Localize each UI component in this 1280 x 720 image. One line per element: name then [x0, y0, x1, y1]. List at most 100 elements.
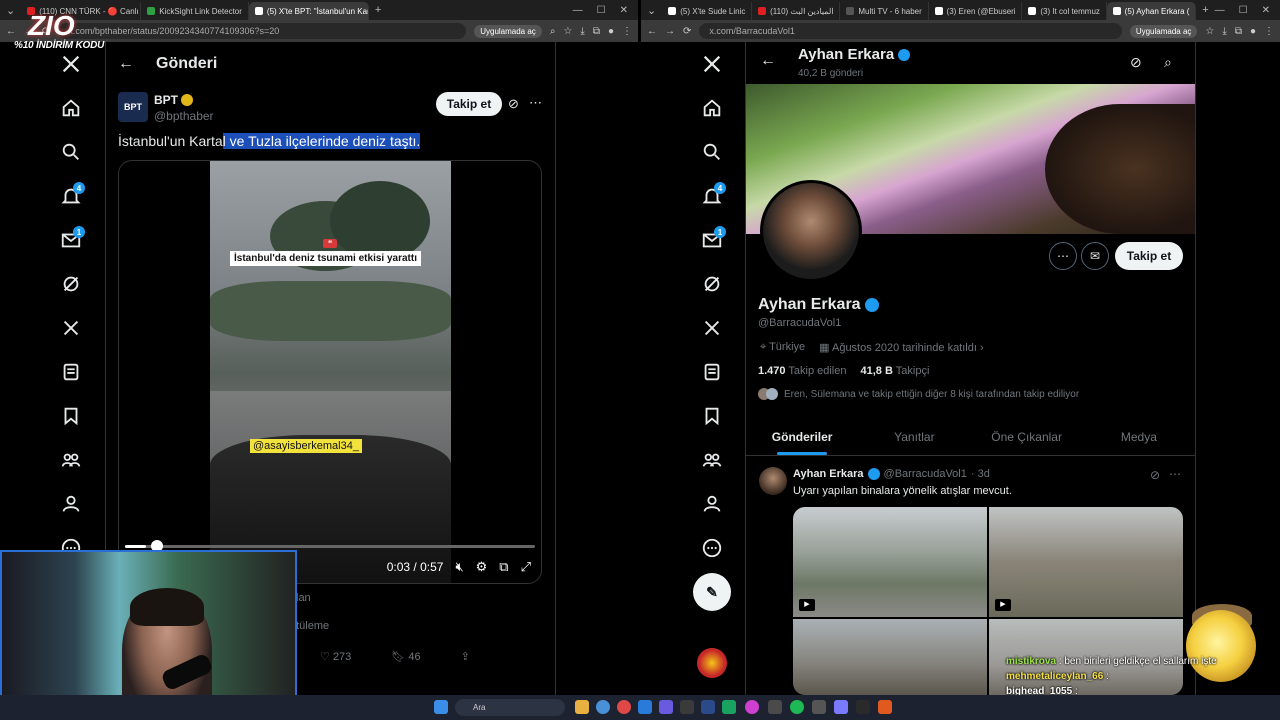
video-player[interactable]: ❝ İstanbul'da deniz tsunami etkisi yarat…: [118, 160, 542, 584]
tweet-handle[interactable]: @BarracudaVol1: [884, 468, 967, 480]
app-icon[interactable]: [680, 700, 694, 714]
forward-icon[interactable]: →: [665, 26, 675, 37]
author-handle[interactable]: @bpthaber: [154, 109, 214, 123]
bookmark-star-icon[interactable]: ☆: [1205, 26, 1214, 37]
opera-icon[interactable]: [617, 700, 631, 714]
tab-list-icon[interactable]: ⌄: [641, 4, 662, 17]
extensions-icon[interactable]: ⧉: [593, 26, 600, 37]
tab-highlights[interactable]: Öne Çıkanlar: [971, 418, 1083, 455]
file-explorer-icon[interactable]: [575, 700, 589, 714]
grok-explain-icon[interactable]: ⊘: [508, 96, 519, 112]
fullscreen-icon[interactable]: ⤢: [521, 559, 531, 575]
menu-icon[interactable]: ⋮: [1264, 26, 1274, 37]
messages-icon[interactable]: 1: [51, 218, 91, 262]
bookmarks-icon[interactable]: [51, 394, 91, 438]
discord-icon[interactable]: [659, 700, 673, 714]
tab-posts[interactable]: Gönderiler: [746, 418, 858, 455]
profile-icon[interactable]: ●: [608, 26, 614, 37]
premium-x-icon[interactable]: [692, 306, 732, 350]
back-icon[interactable]: ←: [6, 26, 16, 37]
tweet-avatar[interactable]: [759, 467, 787, 495]
followers-link[interactable]: 41,8 B Takipçi: [860, 365, 929, 377]
lists-icon[interactable]: [51, 350, 91, 394]
chrome-icon[interactable]: [596, 700, 610, 714]
more-options-icon[interactable]: ⋯: [529, 95, 542, 111]
joined-date[interactable]: ▦ Ağustos 2020 tarihinde katıldı ›: [819, 341, 984, 354]
compose-post-button[interactable]: ✎: [693, 573, 731, 611]
new-tab-button[interactable]: +: [369, 4, 387, 16]
tab-kicksight[interactable]: KickSight Link Detector: [141, 2, 249, 20]
author-avatar[interactable]: BPT: [118, 92, 148, 122]
search-icon[interactable]: [692, 130, 732, 174]
grok-icon[interactable]: [692, 262, 732, 306]
app-icon[interactable]: [745, 700, 759, 714]
reload-icon[interactable]: ⟳: [683, 26, 691, 37]
tab-sude[interactable]: (5) X'te Sude Linic: [662, 2, 753, 20]
close-window-icon[interactable]: ✕: [1262, 5, 1270, 16]
profile-nav-icon[interactable]: [51, 482, 91, 526]
profile-follow-button[interactable]: Takip et: [1115, 242, 1183, 270]
app-icon[interactable]: [856, 700, 870, 714]
zoom-icon[interactable]: ⌕: [550, 26, 556, 37]
notifications-icon[interactable]: 4: [692, 174, 732, 218]
profile-avatar[interactable]: [760, 180, 862, 282]
app-icon[interactable]: [834, 700, 848, 714]
media-video-3[interactable]: [793, 619, 987, 695]
minimize-icon[interactable]: —: [573, 5, 583, 16]
tab-multitv[interactable]: Multi TV - 6 haber: [840, 2, 929, 20]
tab-replies[interactable]: Yanıtlar: [858, 418, 970, 455]
maximize-icon[interactable]: ☐: [1239, 5, 1248, 16]
account-avatar[interactable]: [697, 648, 727, 678]
x-logo-icon[interactable]: [692, 42, 732, 86]
tab-media[interactable]: Medya: [1083, 418, 1195, 455]
tab-eren[interactable]: (3) Eren (@Ebuseri: [929, 2, 1023, 20]
more-actions-button[interactable]: ⋯: [1049, 242, 1077, 270]
tab-ayhan[interactable]: (5) Ayhan Erkara (: [1106, 2, 1197, 20]
home-icon[interactable]: [51, 86, 91, 130]
extensions-icon[interactable]: ⧉: [1235, 26, 1242, 37]
tab-list-icon[interactable]: ⌄: [0, 4, 21, 17]
like-button[interactable]: ♡ 273: [320, 650, 351, 663]
tweet-time[interactable]: · 3d: [971, 468, 990, 480]
app-icon[interactable]: [768, 700, 782, 714]
more-icon[interactable]: [692, 526, 732, 570]
mutual-followers[interactable]: Eren, Sülemana ve takip ettiğin diğer 8 …: [758, 388, 1079, 400]
download-icon[interactable]: ⤓: [580, 26, 584, 37]
messages-icon[interactable]: 1: [692, 218, 732, 262]
media-video-2[interactable]: ▶: [989, 507, 1183, 617]
back-arrow-icon[interactable]: ←: [118, 55, 134, 73]
grok-icon[interactable]: [51, 262, 91, 306]
lists-icon[interactable]: [692, 350, 732, 394]
message-button[interactable]: ✉: [1081, 242, 1109, 270]
new-tab-button[interactable]: +: [1196, 4, 1214, 16]
follow-button[interactable]: Takip et: [436, 92, 502, 116]
minimize-icon[interactable]: —: [1215, 5, 1225, 16]
video-progress-bar[interactable]: [125, 540, 535, 552]
app-icon[interactable]: [701, 700, 715, 714]
app-icon[interactable]: [878, 700, 892, 714]
url-field[interactable]: x.com/bpthaber/status/200923434077410930…: [58, 23, 467, 39]
app-icon[interactable]: [722, 700, 736, 714]
tweet-author-name[interactable]: Ayhan Erkara: [793, 468, 864, 480]
maximize-icon[interactable]: ☐: [597, 5, 606, 16]
close-window-icon[interactable]: ✕: [620, 5, 628, 16]
download-icon[interactable]: ⤓: [1222, 26, 1226, 37]
bookmarks-icon[interactable]: [692, 394, 732, 438]
author-name-row[interactable]: BPT: [154, 93, 193, 107]
tab-bpt-post[interactable]: (5) X'te BPT: "İstanbul'un Kartal" ✕: [248, 2, 369, 20]
app-icon[interactable]: [812, 700, 826, 714]
search-icon[interactable]: [51, 130, 91, 174]
home-icon[interactable]: [692, 86, 732, 130]
url-field[interactable]: x.com/BarracudaVol1: [699, 23, 1122, 39]
profile-icon[interactable]: ●: [1250, 26, 1256, 37]
search-profile-icon[interactable]: ⌕: [1164, 54, 1172, 71]
following-link[interactable]: 1.470 Takip edilen: [758, 365, 846, 377]
settings-icon[interactable]: ⚙: [476, 559, 488, 575]
communities-icon[interactable]: [692, 438, 732, 482]
grok-tweet-icon[interactable]: ⊘: [1150, 468, 1160, 482]
spotify-icon[interactable]: [790, 700, 804, 714]
share-icon[interactable]: ⇪: [461, 650, 470, 663]
grok-profile-icon[interactable]: ⊘: [1130, 54, 1142, 71]
open-in-app-pill[interactable]: Uygulamada aç: [474, 24, 542, 38]
tab-almayadeen[interactable]: (110) الميادين البث: [752, 2, 841, 20]
